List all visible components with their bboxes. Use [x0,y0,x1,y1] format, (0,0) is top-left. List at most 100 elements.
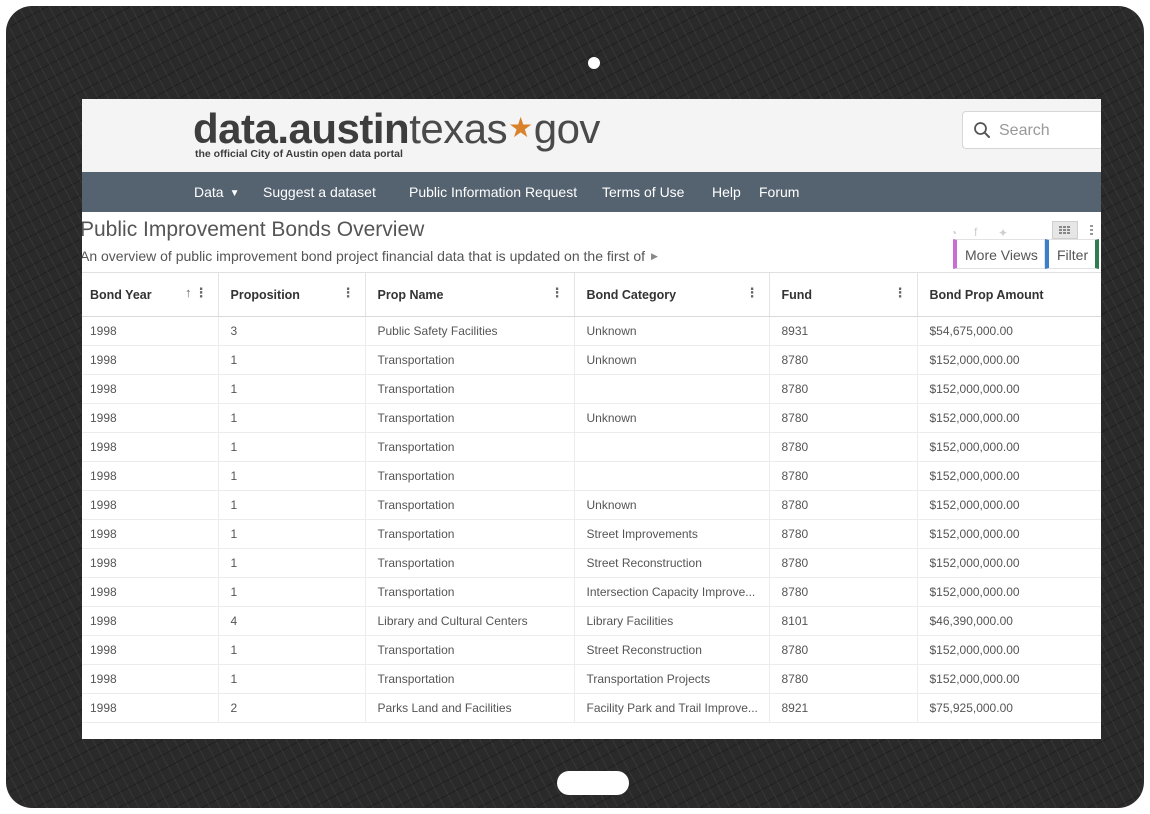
table-cell [574,374,770,404]
table-row[interactable]: 1998 1 Transportation Street Reconstruction… [82,635,1101,665]
nav-help[interactable]: Help [712,172,741,212]
table-cell: Transportation [365,548,575,578]
table-cell: 8780 [769,403,918,433]
table-cell: $46,390,000.00 [917,606,1101,636]
table-cell: 1 [218,432,366,462]
table-cell: Transportation [365,577,575,607]
nav-data-dropdown[interactable]: Data ▼ [194,172,239,212]
table-cell: 1998 [82,577,219,607]
table-cell: $152,000,000.00 [917,403,1101,433]
column-menu-icon[interactable]: ⋮ [894,285,907,301]
table-cell: 1 [218,548,366,578]
twitter-icon[interactable]: ✦ [998,226,1008,240]
site-logo[interactable]: data.austintexas★gov the official City o… [193,105,600,161]
column-header-fund[interactable]: Fund ⋮ [769,273,918,317]
rss-icon[interactable]: ◔ [950,226,957,240]
column-menu-icon[interactable]: ⋮ [195,285,208,301]
table-row[interactable]: 1998 1 Transportation Street Reconstruction… [82,548,1101,578]
table-cell: $152,000,000.00 [917,548,1101,578]
table-cell: 1 [218,345,366,375]
page-title: Public Improvement Bonds Overview [82,218,425,241]
table-row[interactable]: 1998 1 Transportation Intersection Capacity… [82,577,1101,607]
table-cell: Unknown [574,490,770,520]
table-cell: $152,000,000.00 [917,519,1101,549]
table-cell: 8921 [769,693,918,723]
nav-public-information-request[interactable]: Public Information Request [409,172,577,212]
table-row[interactable]: 1998 1 Transportation 8780 $152,000,000.00 [82,432,1101,462]
nav-terms-of-use[interactable]: Terms of Use [602,172,684,212]
column-menu-icon[interactable]: ⋮ [342,285,355,301]
column-header-bond-year[interactable]: Bond Year ↑ ⋮ [82,273,219,317]
column-menu-icon[interactable]: ⋮ [551,285,564,301]
table-cell: Transportation [365,664,575,694]
table-cell: 8780 [769,519,918,549]
table-row[interactable]: 1998 1 Transportation Unknown 8780 $152,000,0… [82,490,1101,520]
table-row[interactable]: 1998 1 Transportation Unknown 8780 $152,000,0… [82,345,1101,375]
site-header: data.austintexas★gov the official City o… [82,99,1101,172]
column-header-label: Bond Year [90,287,152,302]
table-row[interactable]: 1998 1 Transportation Transportation Projec… [82,664,1101,694]
expand-arrow-icon[interactable]: ▶ [651,251,658,261]
column-header-label: Bond Category [586,287,677,302]
column-header-bond-prop-amount[interactable]: Bond Prop Amount [917,273,1101,317]
table-row[interactable]: 1998 1 Transportation Street Improvements 87… [82,519,1101,549]
column-header-bond-category[interactable]: Bond Category ⋮ [574,273,770,317]
table-row[interactable]: 1998 1 Transportation Unknown 8780 $152,000,0… [82,403,1101,433]
logo-bold-text: data.austin [193,105,410,152]
table-cell: 1 [218,664,366,694]
filter-button[interactable]: Filter [1045,239,1099,269]
dataset-header: Public Improvement Bonds Overview An ove… [82,212,1101,272]
table-row[interactable]: 1998 2 Parks Land and Facilities Facility P… [82,693,1101,723]
nav-suggest-dataset[interactable]: Suggest a dataset [263,172,376,212]
sort-ascending-icon[interactable]: ↑ [185,285,192,300]
table-cell: $152,000,000.00 [917,635,1101,665]
data-grid: Bond Year ↑ ⋮ Proposition ⋮ Prop Name ⋮ Bond… [82,272,1101,739]
home-button[interactable] [557,771,629,795]
table-row[interactable]: 1998 4 Library and Cultural Centers Library… [82,606,1101,636]
table-body: 1998 3 Public Safety Facilities Unknown 8931… [82,316,1101,723]
table-row[interactable]: 1998 1 Transportation 8780 $152,000,000.00 [82,374,1101,404]
table-cell: Facility Park and Trail Improve... [574,693,770,723]
camera-dot [588,57,600,69]
column-header-proposition[interactable]: Proposition ⋮ [218,273,366,317]
table-cell: Street Reconstruction [574,548,770,578]
table-cell: $152,000,000.00 [917,577,1101,607]
table-cell: Transportation [365,519,575,549]
search-input[interactable] [997,112,1101,150]
search-box[interactable] [962,111,1101,150]
logo-wordmark: data.austintexas★gov [193,105,600,152]
table-cell: 1 [218,490,366,520]
nav-forum[interactable]: Forum [759,172,799,212]
table-cell: Unknown [574,345,770,375]
list-view-icon[interactable] [1088,221,1101,239]
dataset-description[interactable]: An overview of public improvement bond p… [82,248,658,264]
table-cell: 1 [218,577,366,607]
table-cell: 1998 [82,345,219,375]
column-header-label: Fund [781,287,813,302]
table-cell: 1998 [82,519,219,549]
grid-view-icon[interactable] [1052,221,1078,239]
table-cell: $152,000,000.00 [917,490,1101,520]
facebook-icon[interactable]: f [974,225,977,239]
column-header-label: Proposition [230,287,300,302]
table-cell: 8101 [769,606,918,636]
column-menu-icon[interactable]: ⋮ [746,285,759,301]
description-text: An overview of public improvement bond p… [82,248,645,264]
table-cell: Transportation [365,345,575,375]
table-cell: $152,000,000.00 [917,345,1101,375]
logo-light-text: texas [409,105,508,152]
table-header-row: Bond Year ↑ ⋮ Proposition ⋮ Prop Name ⋮ Bond… [82,273,1101,317]
table-row[interactable]: 1998 1 Transportation 8780 $152,000,000.00 [82,461,1101,491]
more-views-button[interactable]: More Views [953,239,1045,269]
table-cell: Transportation Projects [574,664,770,694]
table-cell: 1998 [82,693,219,723]
table-cell: Unknown [574,316,770,346]
table-cell: $152,000,000.00 [917,664,1101,694]
table-cell: Transportation [365,432,575,462]
table-row[interactable]: 1998 3 Public Safety Facilities Unknown 8931… [82,316,1101,346]
column-header-prop-name[interactable]: Prop Name ⋮ [365,273,575,317]
table-cell: 1998 [82,635,219,665]
table-cell: 1 [218,374,366,404]
table-cell: 1998 [82,606,219,636]
table-cell: 8780 [769,577,918,607]
